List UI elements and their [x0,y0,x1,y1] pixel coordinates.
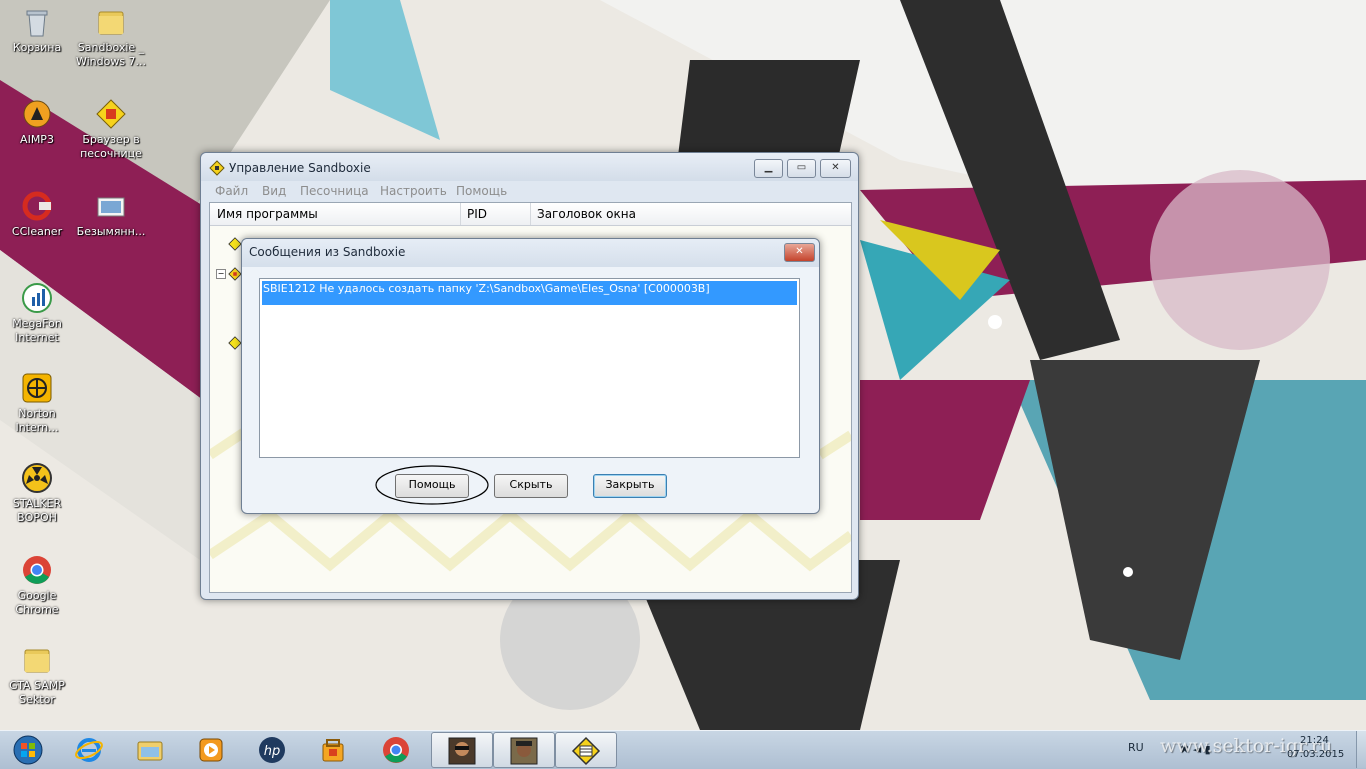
taskbar-gta-window-2[interactable] [493,732,555,768]
list-header: Имя программы PID Заголовок окна [210,203,851,226]
desktop-icon-label: CCleaner [11,225,63,238]
help-button[interactable]: Помощь [395,474,469,498]
messages-list[interactable]: SBIE1212 Не удалось создать папку 'Z:\Sa… [259,278,800,458]
column-window-title[interactable]: Заголовок окна [537,207,636,221]
title-bar[interactable]: Управление Sandboxie ▁ ▭ ✕ [201,153,858,181]
sandbox-item-icon[interactable] [228,237,242,251]
desktop-icon-label: Sandboxie _ Windows 7... [75,41,147,68]
gta-icon [448,737,476,765]
column-divider [460,203,461,225]
column-pid[interactable]: PID [467,207,487,221]
taskbar-internet-explorer[interactable] [62,732,116,766]
desktop-icon-untitled-image[interactable]: Безымянн... [74,190,148,239]
taskbar-chrome[interactable] [369,732,423,766]
desktop-icon-aimp[interactable]: AIMP3 [0,98,74,147]
desktop-icon-stalker[interactable]: STALKER ВОРОН [0,462,74,525]
desktop-icon-label: Корзина [12,41,62,54]
menu-help[interactable]: Помощь [456,184,507,198]
clock-time[interactable]: 21:24 [1300,735,1329,746]
folder-icon [21,644,53,676]
ccleaner-icon [21,190,53,222]
explorer-icon [137,741,163,761]
message-text: SBIE1212 Не удалось создать папку 'Z:\Sa… [263,282,710,295]
aimp-icon [21,98,53,130]
minimize-button[interactable]: ▁ [754,159,783,178]
sandboxie-icon [209,160,225,176]
menu-view[interactable]: Вид [262,184,286,198]
sandboxie-messages-dialog: Сообщения из Sandboxie ✕ SBIE1212 Не уда… [241,238,820,514]
desktop-icon-gta-samp-folder[interactable]: GTA SAMP Sektor [0,644,74,707]
taskbar-hp[interactable]: hp [245,732,299,766]
start-orb-icon [13,735,43,765]
dialog-close-button[interactable]: ✕ [784,243,815,262]
column-divider [530,203,531,225]
dialog-title: Сообщения из Sandboxie [249,245,406,259]
taskbar-sandboxie[interactable] [555,732,617,768]
hide-button[interactable]: Скрыть [494,474,568,498]
desktop-icon-recycle-bin[interactable]: Корзина [0,6,74,55]
desktop-icon-label: Браузер в песочнице [80,133,142,160]
maximize-button[interactable]: ▭ [787,159,816,178]
norton-icon [21,372,53,404]
clock-date[interactable]: 07.03.2015 [1287,749,1344,760]
desktop-icon-label: AIMP3 [20,133,54,146]
language-indicator[interactable]: RU [1128,741,1144,754]
desktop-icon-ccleaner[interactable]: CCleaner [0,190,74,239]
chrome-icon [21,554,53,586]
menu-bar: Файл Вид Песочница Настроить Помощь [209,181,850,201]
dialog-title-bar[interactable]: Сообщения из Sandboxie ✕ [242,239,819,267]
menu-sandbox[interactable]: Песочница [300,184,369,198]
menu-configure[interactable]: Настроить [380,184,447,198]
tree-collapse-toggle[interactable]: − [216,269,226,279]
close-button[interactable]: Закрыть [593,474,667,498]
desktop-icon-label: GTA SAMP Sektor [9,679,65,706]
internet-explorer-icon [75,738,103,762]
folder-icon [95,6,127,38]
recycle-bin-icon [21,6,53,38]
sandboxed-browser-icon [95,98,127,130]
gta-icon [510,737,538,765]
desktop-icon-norton[interactable]: Norton Intern... [0,372,74,435]
svg-text:hp: hp [264,744,281,759]
desktop-icon-label: Безымянн... [76,225,146,238]
desktop-icon-label: Google Chrome [15,589,59,616]
sandbox-item-icon[interactable] [228,267,242,281]
message-row-selected[interactable]: SBIE1212 Не удалось создать папку 'Z:\Sa… [262,281,797,305]
taskbar-store[interactable] [306,732,360,766]
desktop-icon-sandboxie-folder[interactable]: Sandboxie _ Windows 7... [74,6,148,69]
desktop-icon-label: STALKER ВОРОН [12,497,62,524]
window-title: Управление Sandboxie [229,161,371,175]
start-button[interactable] [0,732,56,766]
hp-icon: hp [259,737,285,763]
desktop-icon-google-chrome[interactable]: Google Chrome [0,554,74,617]
image-file-icon [95,190,127,222]
taskbar-media-player[interactable] [184,732,238,766]
sandbox-item-icon[interactable] [228,336,242,350]
chrome-icon [383,737,409,763]
taskbar-gta-window-1[interactable] [431,732,493,768]
desktop-icon-label: Norton Intern... [15,407,59,434]
show-desktop-button[interactable] [1356,731,1366,768]
stalker-icon [21,462,53,494]
taskbar: hp RU ✖ ◄ ▮ www.sektor-igr.ru 21:24 07.0… [0,730,1366,769]
desktop-icon-megafon[interactable]: MegaFon Internet [0,282,74,345]
media-player-icon [199,738,223,762]
column-program-name[interactable]: Имя программы [217,207,318,221]
menu-file[interactable]: Файл [215,184,248,198]
sandboxie-icon [571,736,601,766]
desktop-icon-label: MegaFon Internet [12,317,62,344]
megafon-icon [21,282,53,314]
taskbar-explorer[interactable] [123,732,177,766]
store-icon [322,739,344,762]
close-window-button[interactable]: ✕ [820,159,851,178]
desktop-icon-sandboxed-browser[interactable]: Браузер в песочнице [74,98,148,161]
